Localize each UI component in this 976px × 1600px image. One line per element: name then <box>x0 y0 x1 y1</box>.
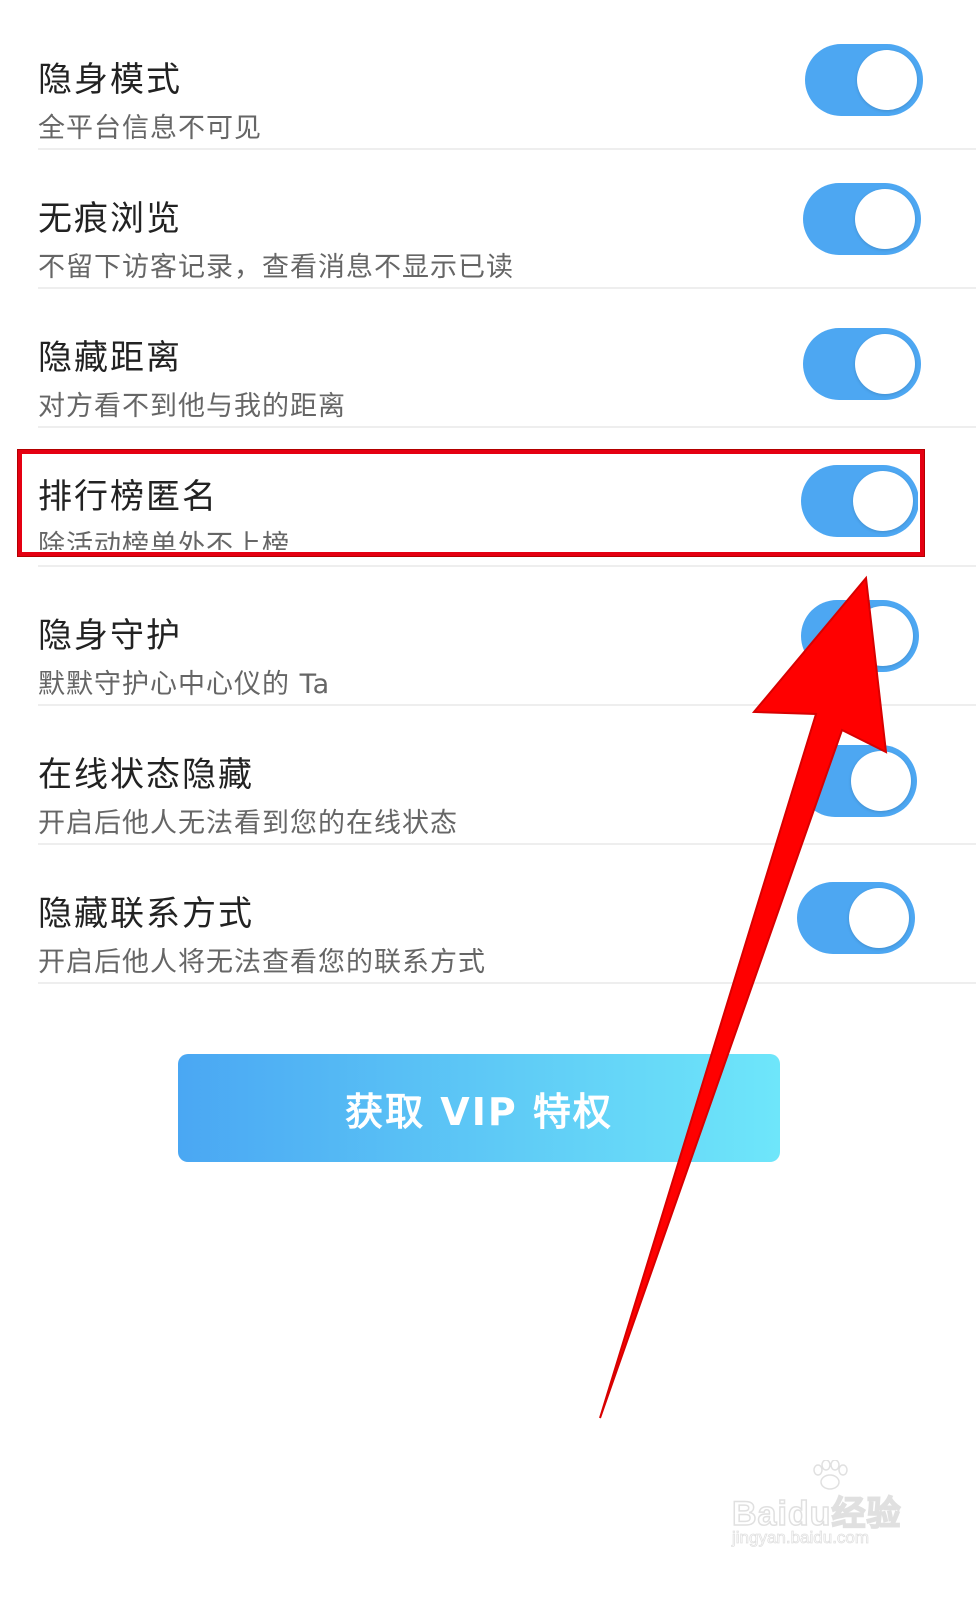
hide-contact-info-toggle[interactable] <box>797 882 915 954</box>
get-vip-privileges-button[interactable]: 获取 VIP 特权 <box>178 1054 780 1162</box>
setting-row-hide-contact-info: 隐藏联系方式 开启后他人将无法查看您的联系方式 <box>38 834 976 984</box>
watermark-site: jingyan.baidu.com <box>732 1528 870 1548</box>
highlight-box <box>18 450 924 556</box>
hide-distance-toggle[interactable] <box>803 328 921 400</box>
stealth-mode-toggle[interactable] <box>805 44 923 116</box>
toggle-knob <box>855 334 915 394</box>
baidu-jingyan-watermark: Baidu经验 jingyan.baidu.com <box>731 1460 952 1550</box>
setting-title: 隐身模式 <box>38 60 182 100</box>
setting-title: 在线状态隐藏 <box>38 755 254 795</box>
incognito-browsing-toggle[interactable] <box>803 183 921 255</box>
toggle-knob <box>849 888 909 948</box>
stealth-guard-toggle[interactable] <box>801 600 919 672</box>
setting-row-stealth-guard: 隐身守护 默默守护心中心仪的 Ta <box>38 556 976 706</box>
setting-title: 无痕浏览 <box>38 199 182 239</box>
toggle-knob <box>853 606 913 666</box>
setting-title: 隐藏联系方式 <box>38 894 254 934</box>
toggle-knob <box>855 189 915 249</box>
hide-online-status-toggle[interactable] <box>799 745 917 817</box>
toggle-knob <box>857 50 917 110</box>
setting-description: 开启后他人将无法查看您的联系方式 <box>38 947 486 978</box>
toggle-knob <box>851 751 911 811</box>
setting-row-hide-online-status: 在线状态隐藏 开启后他人无法看到您的在线状态 <box>38 695 976 845</box>
setting-title: 隐藏距离 <box>38 338 182 378</box>
setting-row-hide-distance: 隐藏距离 对方看不到他与我的距离 <box>38 278 976 428</box>
setting-row-stealth-mode: 隐身模式 全平台信息不可见 <box>38 0 976 150</box>
setting-row-incognito-browsing: 无痕浏览 不留下访客记录，查看消息不显示已读 <box>38 139 976 289</box>
setting-title: 隐身守护 <box>38 616 182 656</box>
